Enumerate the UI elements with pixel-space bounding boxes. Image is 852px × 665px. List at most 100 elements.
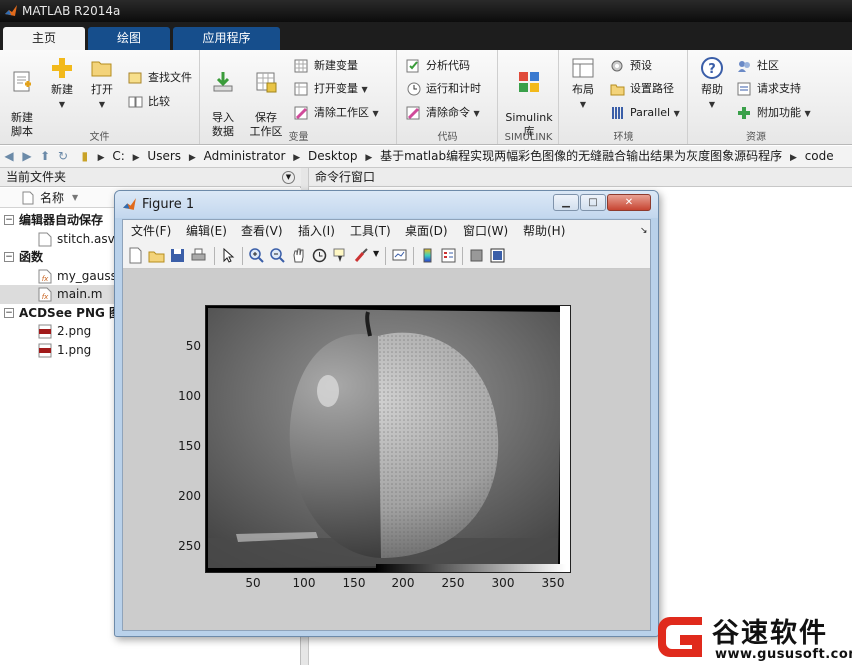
close-button[interactable]: ✕ — [607, 194, 651, 211]
import-data-button[interactable]: 导入 数据 — [206, 56, 240, 139]
back-arrow-icon[interactable]: ◀ — [0, 146, 18, 167]
forward-arrow-icon[interactable]: ▶ — [18, 146, 36, 167]
preferences-button[interactable]: 预设 — [610, 56, 652, 76]
image-axes[interactable] — [205, 305, 571, 573]
collapse-icon[interactable]: − — [4, 307, 14, 318]
file-group: 新建 脚本 新建 ▼ 打开 ▼ 查找文件 比较 文件 — [0, 50, 200, 144]
clear-workspace-icon — [294, 106, 308, 120]
save-icon[interactable] — [169, 247, 186, 264]
collapse-icon[interactable]: − — [4, 215, 14, 225]
chevron-down-icon: ▼ — [372, 109, 379, 118]
run-and-time-button[interactable]: 运行和计时 — [406, 79, 481, 99]
legend-icon[interactable] — [440, 247, 457, 264]
open-variable-button[interactable]: 打开变量 ▼ — [294, 79, 368, 99]
menu-help[interactable]: 帮助(H) — [523, 220, 565, 243]
rotate-3d-icon[interactable] — [311, 247, 328, 264]
print-icon[interactable] — [190, 247, 207, 264]
open-file-icon[interactable] — [148, 247, 165, 264]
compare-button[interactable]: 比较 — [128, 92, 170, 112]
up-folder-icon[interactable]: ⬆ — [36, 146, 54, 167]
asv-file-icon — [38, 232, 52, 246]
browse-folder-icon[interactable]: ↻ — [54, 146, 72, 167]
open-button[interactable]: 打开 ▼ — [85, 56, 119, 112]
breadcrumb-item[interactable]: Users — [143, 146, 185, 167]
request-support-button[interactable]: 请求支持 — [737, 79, 801, 99]
tab-apps[interactable]: 应用程序 — [173, 27, 280, 50]
tab-plots[interactable]: 绘图 — [88, 27, 170, 50]
breadcrumb-item[interactable]: code — [801, 146, 838, 167]
chevron-down-icon: ▼ — [361, 85, 368, 94]
new-button[interactable]: 新建 ▼ — [45, 56, 79, 112]
find-files-button[interactable]: 查找文件 — [128, 68, 192, 88]
chevron-right-icon: ▶ — [789, 153, 797, 163]
analyze-code-button[interactable]: 分析代码 — [406, 56, 470, 76]
hide-plot-tools-icon[interactable] — [468, 247, 485, 264]
pan-hand-icon[interactable] — [290, 247, 307, 264]
pointer-icon[interactable] — [220, 247, 237, 264]
menu-desktop[interactable]: 桌面(D) — [405, 220, 448, 243]
new-variable-button[interactable]: 新建变量 — [294, 56, 358, 76]
chevron-right-icon: ▶ — [132, 153, 140, 163]
figure-title-bar[interactable]: Figure 1 ▁ □ ✕ — [115, 191, 658, 218]
clear-commands-button[interactable]: 清除命令 ▼ — [406, 103, 480, 123]
new-script-button[interactable]: 新建 脚本 — [5, 56, 39, 139]
toolbar-separator — [242, 247, 243, 265]
tab-home[interactable]: 主页 — [3, 27, 85, 50]
figure-toolbar: ▼ — [123, 243, 650, 269]
m-file-icon: fx — [38, 287, 52, 302]
new-variable-icon — [294, 59, 308, 73]
environment-group: 布局 ▼ 预设 设置路径 Parallel ▼ 环境 — [560, 50, 688, 144]
show-plot-tools-icon[interactable] — [489, 247, 506, 264]
data-cursor-icon[interactable] — [332, 247, 349, 264]
simulink-library-button[interactable]: Simulink 库 — [503, 56, 555, 139]
clear-workspace-button[interactable]: 清除工作区 ▼ — [294, 103, 379, 123]
gear-icon — [611, 60, 623, 72]
brush-icon[interactable] — [353, 247, 370, 264]
set-path-button[interactable]: 设置路径 — [610, 79, 674, 99]
menu-view[interactable]: 查看(V) — [241, 220, 283, 243]
code-group: 分析代码 运行和计时 清除命令 ▼ 代码 — [398, 50, 498, 144]
open-variable-icon — [294, 82, 308, 96]
panel-menu-icon[interactable]: ▼ — [282, 171, 295, 184]
save-workspace-button[interactable]: 保存 工作区 — [246, 56, 286, 139]
colorbar-icon[interactable] — [419, 247, 436, 264]
resources-group-label: 资源 — [746, 132, 766, 143]
collapse-icon[interactable]: − — [4, 252, 14, 262]
add-ons-icon — [738, 107, 750, 119]
figure-window[interactable]: Figure 1 ▁ □ ✕ 文件(F) 编辑(E) 查看(V) 插入(I) 工… — [114, 190, 659, 637]
folder-icon: ▮ — [81, 149, 89, 163]
chevron-right-icon: ▶ — [97, 153, 105, 163]
breadcrumb-item[interactable]: 基于matlab编程实现两幅彩色图像的无缝融合输出结果为灰度图象源码程序 — [376, 146, 786, 167]
new-figure-icon[interactable] — [127, 247, 144, 264]
chevron-down-icon: ▼ — [673, 109, 680, 118]
maximize-button[interactable]: □ — [580, 194, 606, 211]
tab-bar: 主页 绘图 应用程序 — [0, 22, 852, 50]
y-tick-label: 250 — [178, 539, 201, 553]
breadcrumb-item[interactable]: C: — [108, 146, 128, 167]
zoom-in-icon[interactable] — [248, 247, 265, 264]
help-button[interactable]: ? 帮助 ▼ — [695, 56, 729, 112]
import-data-icon — [213, 72, 233, 92]
y-tick-label: 200 — [178, 489, 201, 503]
menu-file[interactable]: 文件(F) — [131, 220, 171, 243]
chevron-down-icon[interactable]: ▼ — [373, 249, 379, 258]
menu-insert[interactable]: 插入(I) — [298, 220, 335, 243]
zoom-out-icon[interactable] — [269, 247, 286, 264]
breadcrumb-item[interactable]: Desktop — [304, 146, 362, 167]
community-button[interactable]: 社区 — [737, 56, 779, 76]
dock-arrow-icon[interactable]: ↘ — [640, 220, 648, 243]
menu-tools[interactable]: 工具(T) — [350, 220, 391, 243]
link-plot-icon[interactable] — [391, 247, 408, 264]
axes-area: 50 100 150 200 250 50 100 150 200 250 30… — [123, 270, 650, 630]
png-file-icon — [38, 324, 52, 339]
add-ons-button[interactable]: 附加功能 ▼ — [737, 103, 811, 123]
menu-window[interactable]: 窗口(W) — [463, 220, 508, 243]
parallel-button[interactable]: Parallel ▼ — [610, 103, 680, 123]
x-tick-label: 150 — [342, 576, 366, 590]
minimize-button[interactable]: ▁ — [553, 194, 579, 211]
layout-button[interactable]: 布局 ▼ — [566, 56, 600, 112]
breadcrumb-item[interactable]: Administrator — [200, 146, 290, 167]
menu-edit[interactable]: 编辑(E) — [186, 220, 227, 243]
community-icon — [738, 61, 750, 72]
figure-client-area: 文件(F) 编辑(E) 查看(V) 插入(I) 工具(T) 桌面(D) 窗口(W… — [122, 219, 651, 631]
